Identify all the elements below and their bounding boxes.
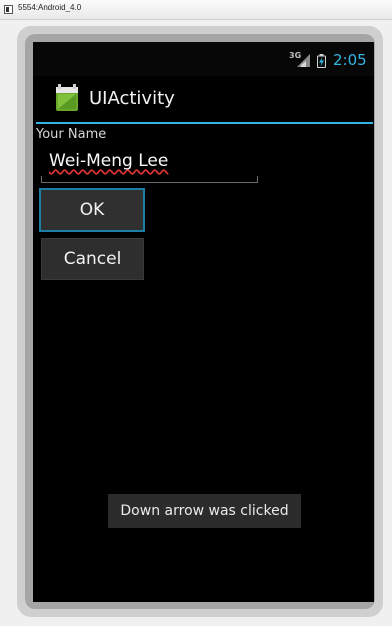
window-title: 5554:Android_4.0 bbox=[18, 3, 82, 12]
action-bar: UIActivity bbox=[33, 76, 374, 122]
window-titlebar: 5554:Android_4.0 bbox=[0, 0, 392, 20]
status-clock: 2:05 bbox=[333, 51, 367, 69]
app-title: UIActivity bbox=[89, 88, 175, 109]
name-input-value[interactable]: Wei-Meng Lee bbox=[49, 151, 168, 171]
cancel-button[interactable]: Cancel bbox=[41, 238, 144, 280]
activity-content: Your Name Wei-Meng Lee OK Cancel Down ar… bbox=[33, 124, 374, 602]
battery-charging-icon bbox=[317, 53, 326, 68]
emulator-window-icon bbox=[4, 5, 13, 14]
your-name-label: Your Name bbox=[36, 127, 107, 142]
toast-message: Down arrow was clicked bbox=[108, 494, 301, 528]
name-input[interactable]: Wei-Meng Lee bbox=[41, 146, 258, 183]
status-bar: 3G 2:05 bbox=[33, 42, 374, 76]
android-screen: 3G 2:05 UIActivity Your Name Wei-Meng Le… bbox=[33, 42, 374, 602]
ok-button[interactable]: OK bbox=[39, 188, 145, 232]
app-launcher-icon[interactable] bbox=[55, 84, 79, 112]
signal-3g-icon: 3G bbox=[289, 51, 311, 68]
